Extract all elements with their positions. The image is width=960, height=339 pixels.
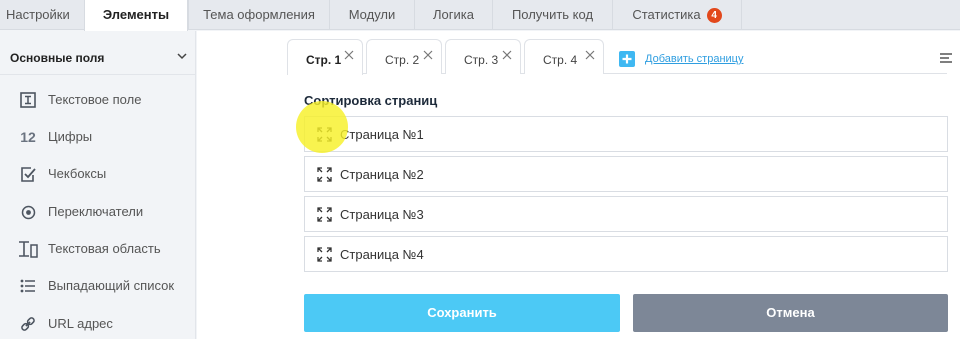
tab-statistics[interactable]: Статистика 4 [612,0,742,30]
sidebar-item-label: Текстовая область [48,241,161,256]
page-tab-label: Стр. 1 [306,53,342,67]
page-sort-label: Страница №1 [340,127,424,142]
page-sort-label: Страница №4 [340,247,424,262]
sidebar-section-header[interactable]: Основные поля [0,41,196,75]
link-icon [18,315,38,333]
textarea-icon [18,240,38,258]
checkbox-icon [18,165,38,183]
tab-modules[interactable]: Модули [329,0,414,30]
tab-theme[interactable]: Тема оформления [188,0,329,30]
sidebar-item-checkboxes[interactable]: Чекбоксы [0,159,196,189]
tab-settings[interactable]: Настройки [6,0,70,30]
radio-icon [18,203,38,221]
plus-icon [619,51,635,67]
close-icon[interactable] [344,50,354,60]
sidebar-item-label: Текстовое поле [48,92,142,107]
list-icon [18,277,38,295]
move-icon[interactable] [317,247,332,262]
page-tab-3[interactable]: Стр. 3 [445,39,521,74]
sidebar-section-title: Основные поля [10,51,105,65]
sidebar: Основные поля Текстовое поле 12 Цифры Че… [0,31,196,339]
statistics-badge: 4 [706,8,722,23]
tab-elements[interactable]: Элементы [84,0,188,31]
sidebar-item-text-field[interactable]: Текстовое поле [0,85,196,115]
sidebar-item-label: URL адрес [48,316,113,331]
main-panel: Стр. 1 Стр. 2 Стр. 3 Стр. 4 Добавить стр… [197,31,960,339]
save-button[interactable]: Сохранить [304,294,620,332]
sidebar-item-url[interactable]: URL адрес [0,309,196,339]
page-sort-label: Страница №3 [340,207,424,222]
move-icon[interactable] [317,207,332,222]
cursor-highlight [296,101,348,153]
tab-logic[interactable]: Логика [414,0,492,30]
text-field-icon [18,91,38,109]
chevron-down-icon [177,53,187,60]
page-tab-1[interactable]: Стр. 1 [287,39,363,75]
sidebar-item-label: Переключатели [48,204,144,219]
page-sort-row[interactable]: Страница №3 [304,196,948,232]
page-tab-label: Стр. 2 [385,53,420,67]
close-icon[interactable] [585,50,595,60]
tab-statistics-label: Статистика [632,7,701,22]
close-icon[interactable] [502,50,512,60]
sidebar-item-numbers[interactable]: 12 Цифры [0,122,196,152]
move-icon[interactable] [317,167,332,182]
close-icon[interactable] [423,50,433,60]
page-sort-label: Страница №2 [340,167,424,182]
page-sort-row[interactable]: Страница №2 [304,156,948,192]
page-tab-label: Стр. 3 [464,53,499,67]
menu-icon[interactable] [939,51,953,65]
numbers-icon: 12 [20,129,36,145]
cancel-button[interactable]: Отмена [633,294,948,332]
page-sort-row[interactable]: Страница №1 [304,116,948,152]
page-tab-4[interactable]: Стр. 4 [524,39,604,74]
page-tab-label: Стр. 4 [543,53,578,67]
tab-get-code[interactable]: Получить код [492,0,612,30]
page-sort-row[interactable]: Страница №4 [304,236,948,272]
page-tab-2[interactable]: Стр. 2 [366,39,442,74]
sidebar-item-label: Цифры [48,129,93,144]
sidebar-item-dropdown[interactable]: Выпадающий список [0,271,196,301]
sidebar-item-label: Чекбоксы [48,166,107,181]
sidebar-item-label: Выпадающий список [48,278,175,293]
sidebar-item-radio[interactable]: Переключатели [0,197,196,227]
add-page-label: Добавить страницу [645,53,744,65]
top-tab-bar: Настройки Элементы Тема оформления Модул… [0,0,960,31]
sidebar-item-textarea[interactable]: Текстовая область [0,234,196,264]
